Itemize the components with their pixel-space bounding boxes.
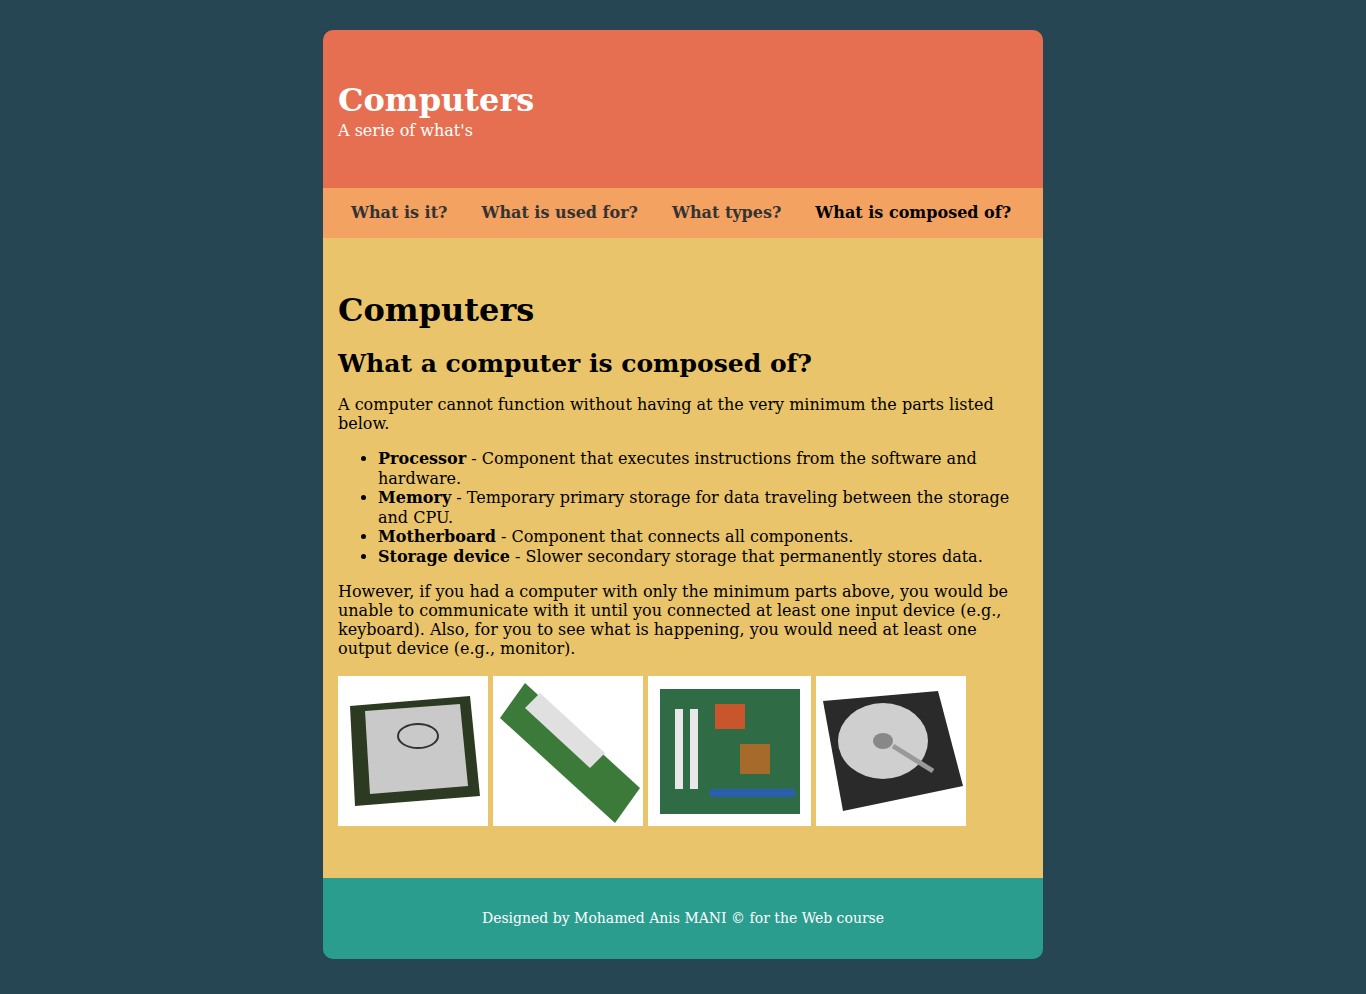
motherboard-photo bbox=[648, 676, 811, 826]
main-content: Computers What a computer is composed of?… bbox=[323, 238, 1043, 878]
processor-photo bbox=[338, 676, 488, 826]
page-header: ComputersA serie of what's bbox=[323, 30, 1043, 188]
part-description: - Component that executes instructions f… bbox=[378, 449, 977, 488]
parts-list: Processor - Component that executes inst… bbox=[338, 449, 1028, 566]
parts-item: Motherboard - Component that connects al… bbox=[378, 527, 1028, 547]
nav-link-item[interactable]: What types? bbox=[655, 201, 798, 225]
part-description: - Temporary primary storage for data tra… bbox=[378, 488, 1009, 527]
section-heading: What a computer is composed of? bbox=[338, 349, 1028, 379]
nav-link-item[interactable]: What is composed of? bbox=[798, 201, 1028, 225]
hard-drive-photo bbox=[816, 676, 966, 826]
part-description: - Component that connects all components… bbox=[496, 527, 854, 546]
page-footer: Designed by Mohamed Anis MANI © for the … bbox=[323, 878, 1043, 959]
closing-paragraph: However, if you had a computer with only… bbox=[338, 582, 1028, 658]
page-heading: Computers bbox=[338, 290, 1028, 331]
intro-paragraph: A computer cannot function without havin… bbox=[338, 395, 1028, 433]
photo-row bbox=[338, 676, 1028, 826]
memory-photo bbox=[493, 676, 643, 826]
parts-item: Memory - Temporary primary storage for d… bbox=[378, 488, 1028, 527]
part-term: Motherboard bbox=[378, 527, 496, 546]
page: ComputersA serie of what's What is it?Wh… bbox=[323, 30, 1043, 959]
parts-item: Processor - Component that executes inst… bbox=[378, 449, 1028, 488]
parts-item: Storage device - Slower secondary storag… bbox=[378, 547, 1028, 567]
part-term: Processor bbox=[378, 449, 466, 468]
part-term: Storage device bbox=[378, 547, 510, 566]
main-nav: What is it?What is used for?What types?W… bbox=[323, 188, 1043, 238]
part-description: - Slower secondary storage that permanen… bbox=[510, 547, 983, 566]
nav-link-item[interactable]: What is it? bbox=[334, 201, 464, 225]
part-term: Memory bbox=[378, 488, 451, 507]
site-title: Computers bbox=[338, 80, 1028, 121]
footer-text: Designed by Mohamed Anis MANI © for the … bbox=[482, 910, 884, 926]
site-subtitle: A serie of what's bbox=[338, 121, 1028, 140]
nav-link-item[interactable]: What is used for? bbox=[464, 201, 655, 225]
